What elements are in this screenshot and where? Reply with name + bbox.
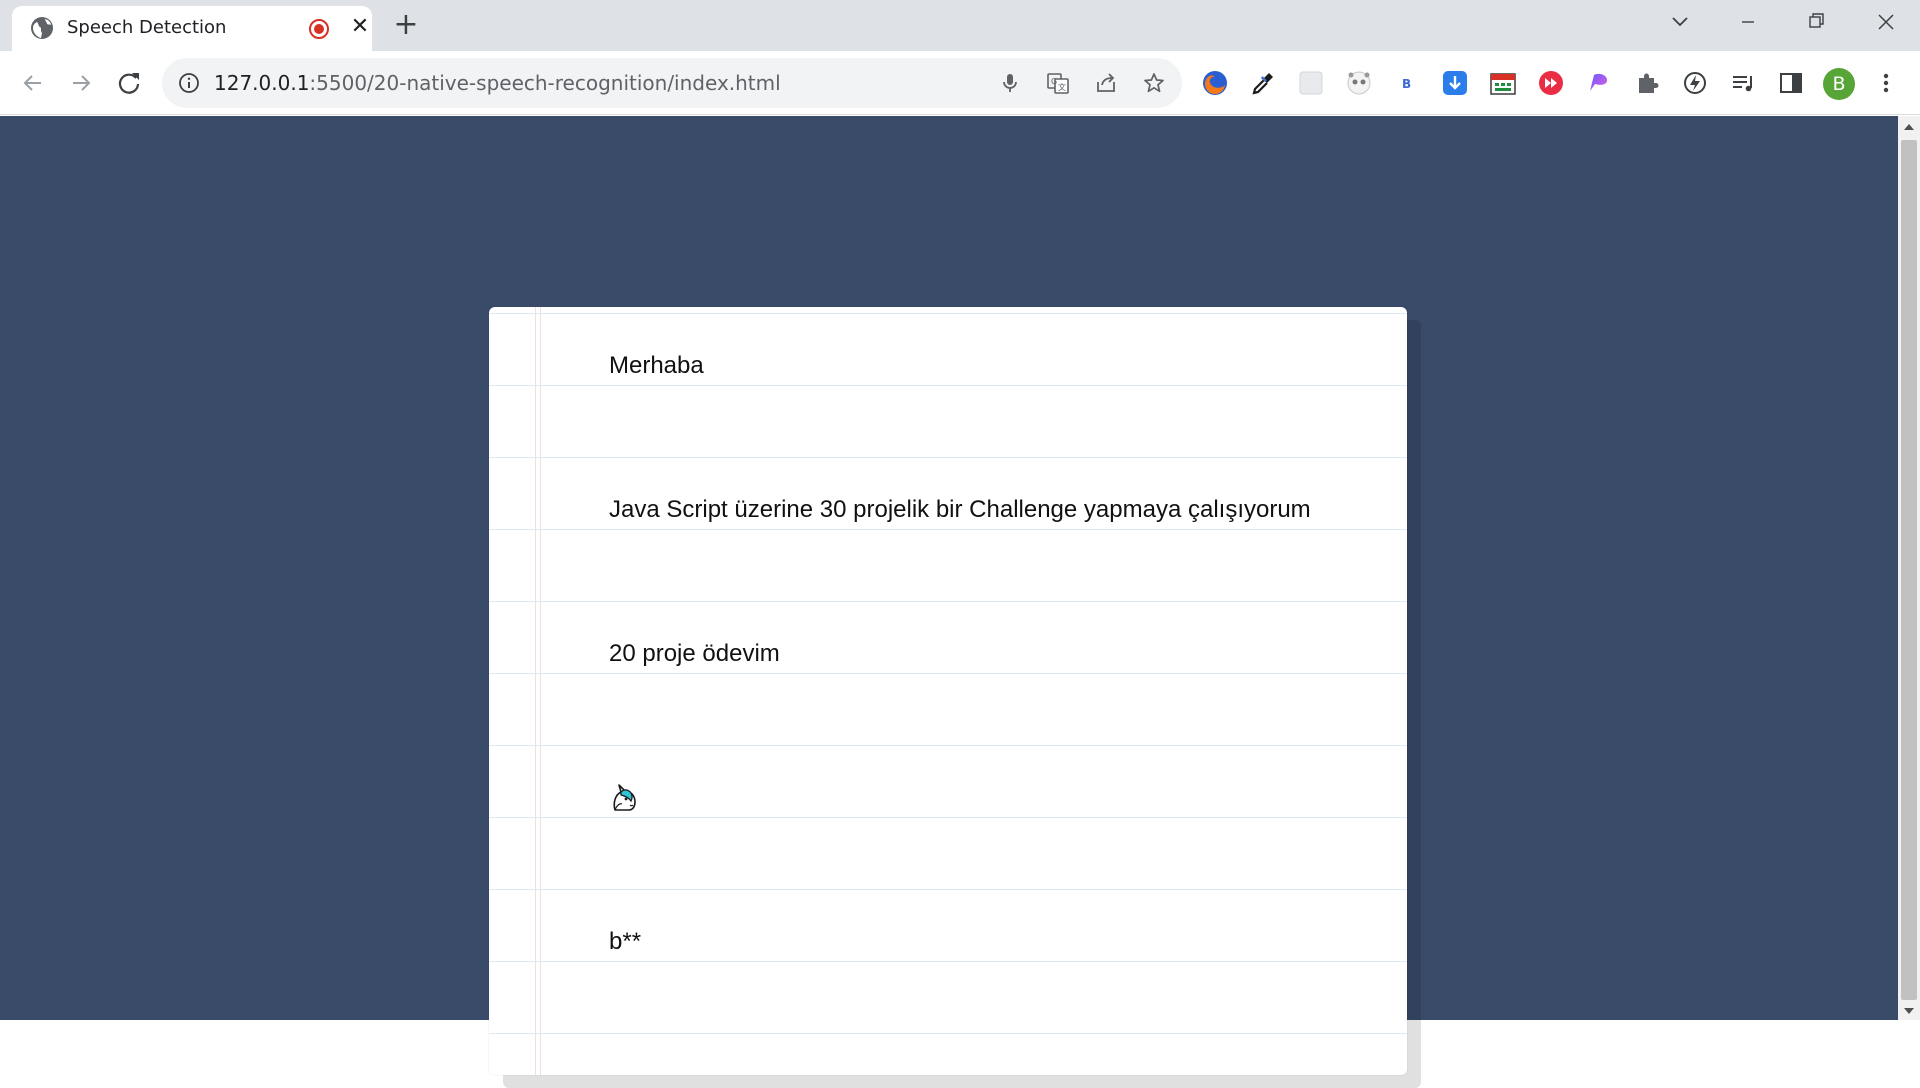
url-host: 127.0.0.1 xyxy=(214,71,310,95)
site-info-icon[interactable] xyxy=(178,72,200,94)
microphone-icon[interactable] xyxy=(998,71,1022,95)
firefox-icon[interactable] xyxy=(1201,69,1229,97)
tab-search-chevron-icon[interactable] xyxy=(1662,8,1698,36)
globe-icon xyxy=(31,17,53,39)
scroll-up-arrow-icon[interactable] xyxy=(1903,122,1915,132)
performance-icon[interactable] xyxy=(1681,69,1709,97)
transcript-line: 20 proje ödevim xyxy=(609,640,780,667)
more-menu-icon[interactable] xyxy=(1876,69,1896,97)
transcript-line: b** xyxy=(609,928,642,955)
transcript-line: Merhaba xyxy=(609,352,704,379)
svg-text:文: 文 xyxy=(1058,82,1066,92)
rule-line xyxy=(489,817,1407,818)
browser-toolbar: 127.0.0.1:5500/20-native-speech-recognit… xyxy=(0,51,1920,115)
url-text[interactable]: 127.0.0.1:5500/20-native-speech-recognit… xyxy=(214,71,781,95)
url-path: :5500/20-native-speech-recognition/index… xyxy=(309,71,781,95)
panda-icon[interactable] xyxy=(1345,69,1373,97)
reading-list-icon[interactable] xyxy=(1729,69,1757,97)
eyedropper-icon[interactable] xyxy=(1249,69,1277,97)
share-icon[interactable] xyxy=(1094,71,1118,95)
blank-extension-icon[interactable] xyxy=(1297,69,1325,97)
back-icon[interactable] xyxy=(17,67,49,99)
rule-line xyxy=(489,457,1407,458)
rule-line xyxy=(489,673,1407,674)
transcript-line: Java Script üzerine 30 projelik bir Chal… xyxy=(609,496,1311,523)
tab-close-button[interactable]: ✕ xyxy=(348,15,372,39)
new-tab-button[interactable]: + xyxy=(390,10,422,42)
margin-line-right xyxy=(540,307,541,1075)
recording-dot-icon xyxy=(309,19,329,39)
unicorn-icon xyxy=(613,784,636,811)
fast-forward-icon[interactable] xyxy=(1537,69,1565,97)
calendar-icon[interactable] xyxy=(1489,69,1517,97)
window-close-icon[interactable] xyxy=(1868,8,1904,36)
rule-line xyxy=(489,889,1407,890)
browser-window: Speech Detection ✕ + 127.0.0.1:5500/20-n… xyxy=(0,0,1920,1088)
rule-line xyxy=(489,601,1407,602)
tab-title: Speech Detection xyxy=(67,17,227,38)
address-bar[interactable]: 127.0.0.1:5500/20-native-speech-recognit… xyxy=(162,58,1182,108)
rule-line xyxy=(489,385,1407,386)
svg-text:G: G xyxy=(1051,77,1057,86)
tab-strip: Speech Detection ✕ + xyxy=(0,0,1920,51)
gradient-extension-icon[interactable] xyxy=(1585,69,1613,97)
svg-text:B: B xyxy=(1402,77,1411,91)
rule-line xyxy=(489,961,1407,962)
active-tab[interactable]: Speech Detection ✕ xyxy=(12,6,372,51)
profile-avatar[interactable]: B xyxy=(1823,68,1855,100)
download-icon[interactable] xyxy=(1441,69,1469,97)
restore-icon[interactable] xyxy=(1798,8,1834,36)
scroll-thumb[interactable] xyxy=(1901,140,1917,1000)
rule-line xyxy=(489,529,1407,530)
rule-line xyxy=(489,1033,1407,1034)
speech-paper: Merhaba Java Script üzerine 30 projelik … xyxy=(489,307,1407,1075)
margin-line-left xyxy=(535,307,536,1075)
rule-line xyxy=(489,745,1407,746)
scroll-down-arrow-icon[interactable] xyxy=(1903,1006,1915,1016)
b-extension-icon[interactable]: B xyxy=(1393,69,1421,97)
side-panel-icon[interactable] xyxy=(1777,69,1805,97)
puzzle-icon[interactable] xyxy=(1633,69,1661,97)
page-viewport: Merhaba Java Script üzerine 30 projelik … xyxy=(0,116,1898,1088)
minimize-icon[interactable] xyxy=(1730,8,1766,36)
forward-icon[interactable] xyxy=(65,67,97,99)
reload-icon[interactable] xyxy=(113,67,145,99)
page-scrollbar[interactable] xyxy=(1898,116,1920,1020)
bookmark-star-icon[interactable] xyxy=(1142,71,1166,95)
translate-icon[interactable]: G 文 xyxy=(1046,71,1070,95)
rule-line xyxy=(489,313,1407,314)
